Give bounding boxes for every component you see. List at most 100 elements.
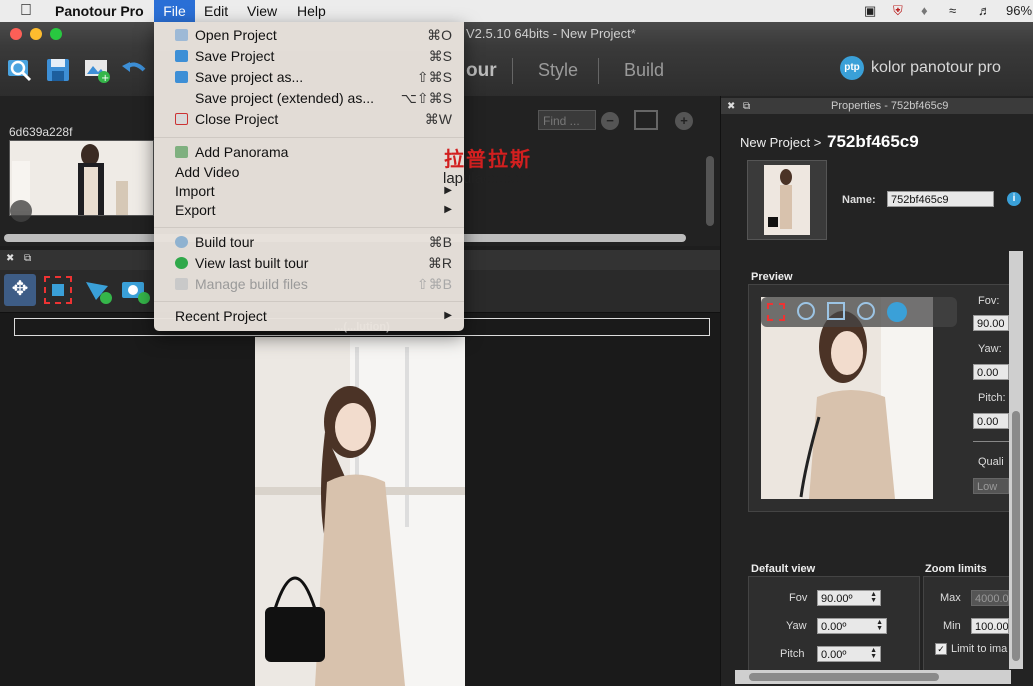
- zoom-min-input[interactable]: 100.00: [971, 618, 1009, 634]
- save-icon: [175, 50, 188, 62]
- mac-menu-bar:  Panotour Pro File Edit View Help ▣ ⛨ ♦…: [0, 0, 1033, 23]
- battery-percent[interactable]: 96%: [1006, 3, 1032, 18]
- watermark-chinese: 拉普拉斯: [444, 147, 532, 171]
- preview-zoom-out-icon[interactable]: [797, 302, 815, 320]
- fit-view-icon[interactable]: [634, 110, 658, 130]
- zoom-min-label: Min: [943, 620, 961, 632]
- add-hotspot-icon[interactable]: [84, 276, 114, 306]
- menu-item-add-video[interactable]: Add Video: [154, 162, 464, 182]
- pitch-label: Pitch:: [978, 392, 1006, 404]
- menu-item-save-as[interactable]: Save project as... ⇧⌘S: [154, 67, 464, 87]
- close-panel-icon[interactable]: ✖: [6, 253, 14, 264]
- dv-fov-label: Fov: [789, 592, 808, 604]
- select-area-icon[interactable]: [44, 276, 72, 304]
- menu-item-build-tour[interactable]: Build tour ⌘B: [154, 232, 464, 252]
- move-tool-icon[interactable]: ✥: [4, 274, 36, 306]
- menu-label: Add Panorama: [195, 144, 289, 160]
- search-project-icon[interactable]: [6, 56, 34, 84]
- preview-zoom-in-icon[interactable]: [857, 302, 875, 320]
- preview-select-icon[interactable]: [767, 303, 785, 321]
- menu-label: Save project (extended) as...: [195, 90, 374, 106]
- watermark-url: lapulace.com: [443, 170, 532, 187]
- menu-help[interactable]: Help: [297, 0, 326, 22]
- undo-icon[interactable]: [120, 56, 148, 84]
- menu-item-add-panorama[interactable]: Add Panorama: [154, 142, 464, 162]
- default-view-title: Default view: [751, 563, 816, 575]
- menu-item-import[interactable]: Import ▶: [154, 181, 464, 201]
- add-camera-icon[interactable]: [120, 274, 152, 306]
- menu-label: View last built tour: [195, 255, 309, 271]
- close-window-icon[interactable]: [10, 28, 22, 40]
- menu-item-recent-project[interactable]: Recent Project ▶: [154, 306, 464, 326]
- yaw-input[interactable]: 0.00: [973, 364, 1009, 380]
- zoom-max-label: Max: [940, 592, 961, 604]
- pitch-input[interactable]: 0.00: [973, 413, 1009, 429]
- viewer-canvas[interactable]: ...(...lution): [0, 313, 720, 686]
- menu-shortcut: ⇧⌘S: [416, 69, 452, 85]
- tab-divider: [598, 58, 599, 84]
- menu-item-close-project[interactable]: Close Project ⌘W: [154, 109, 464, 129]
- menu-item-export[interactable]: Export ▶: [154, 200, 464, 220]
- zoom-max-input[interactable]: 4000.0: [971, 590, 1009, 606]
- menu-item-save-project[interactable]: Save Project ⌘S: [154, 46, 464, 66]
- preview-fit-icon[interactable]: [827, 302, 845, 320]
- zoom-in-icon[interactable]: +: [675, 112, 693, 130]
- dv-pitch-label: Pitch: [780, 648, 805, 660]
- zoom-window-icon[interactable]: [50, 28, 62, 40]
- preview-compass-icon[interactable]: [887, 302, 907, 322]
- tab-tour[interactable]: our: [466, 60, 497, 82]
- menu-label: Close Project: [195, 111, 279, 127]
- fov-input[interactable]: 90.00: [973, 315, 1009, 331]
- menu-edit[interactable]: Edit: [204, 0, 228, 22]
- tab-build[interactable]: Build: [624, 60, 664, 81]
- zoom-out-icon[interactable]: −: [601, 112, 619, 130]
- save-disk-icon[interactable]: [44, 56, 72, 84]
- quality-select[interactable]: Low: [973, 478, 1009, 494]
- volume-icon[interactable]: ♬: [978, 3, 991, 18]
- menu-label: Build tour: [195, 234, 255, 250]
- menu-item-manage-build-files[interactable]: Manage build files ⇧⌘B: [154, 274, 464, 294]
- submenu-arrow-icon: ▶: [444, 204, 452, 215]
- add-image-icon[interactable]: +: [83, 56, 111, 84]
- panorama-thumbnail[interactable]: [9, 140, 154, 216]
- float-panel-icon[interactable]: ⧉: [24, 253, 31, 264]
- vertical-scrollbar[interactable]: [706, 156, 714, 226]
- tab-style[interactable]: Style: [538, 60, 578, 81]
- breadcrumb-root[interactable]: New Project >: [740, 135, 821, 150]
- stepper-icon[interactable]: ▲ ▼: [870, 647, 877, 660]
- menu-item-save-extended[interactable]: Save project (extended) as... ⌥⇧⌘S: [154, 88, 464, 108]
- dv-pitch-input[interactable]: 0.00º ▲ ▼: [817, 646, 881, 662]
- menu-file[interactable]: File: [154, 0, 195, 22]
- properties-header: ✖ ⧉ Properties - 752bf465c9: [721, 98, 1033, 114]
- menu-item-open-project[interactable]: Open Project ⌘O: [154, 25, 464, 45]
- apple-menu-icon[interactable]: : [20, 0, 32, 22]
- dv-yaw-value: 0.00º: [821, 621, 847, 633]
- menu-label: Import: [175, 183, 215, 199]
- menu-label: Manage build files: [195, 276, 308, 292]
- minimize-window-icon[interactable]: [30, 28, 42, 40]
- info-icon[interactable]: i: [1007, 192, 1021, 206]
- menu-view[interactable]: View: [247, 0, 277, 22]
- find-input[interactable]: Find ...: [538, 110, 596, 130]
- shield-icon[interactable]: ⛨: [893, 3, 903, 19]
- float-properties-icon[interactable]: ⧉: [743, 99, 750, 115]
- properties-scrollbar[interactable]: [1009, 251, 1023, 669]
- wifi-icon[interactable]: ≈: [949, 3, 956, 18]
- dv-fov-input[interactable]: 90.00º ▲ ▼: [817, 590, 881, 606]
- stepper-icon[interactable]: ▲ ▼: [876, 619, 883, 632]
- stepper-icon[interactable]: ▲ ▼: [870, 591, 877, 604]
- properties-hscrollbar[interactable]: [735, 670, 1011, 684]
- close-project-icon: [175, 113, 188, 125]
- close-properties-icon[interactable]: ✖: [727, 99, 735, 115]
- screen-icon[interactable]: ▣: [864, 3, 876, 19]
- app-name-menu[interactable]: Panotour Pro: [55, 0, 144, 22]
- limit-checkbox[interactable]: ✓: [935, 643, 947, 655]
- dv-yaw-input[interactable]: 0.00º ▲ ▼: [817, 618, 887, 634]
- menu-item-view-last-tour[interactable]: View last built tour ⌘R: [154, 253, 464, 273]
- menu-separator: [154, 301, 464, 302]
- bell-icon[interactable]: ♦: [921, 3, 928, 18]
- name-input[interactable]: 752bf465c9: [887, 191, 994, 207]
- menu-shortcut: ⇧⌘B: [416, 276, 452, 292]
- panorama-preview-image: [255, 337, 465, 686]
- save-as-icon: [175, 71, 188, 83]
